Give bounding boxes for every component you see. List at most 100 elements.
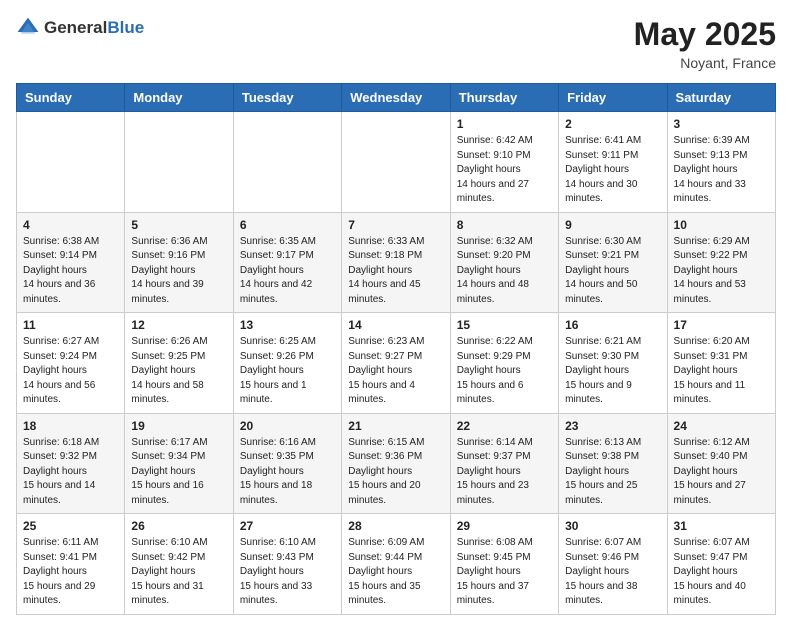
calendar-cell: 17 Sunrise: 6:20 AMSunset: 9:31 PMDayligh… [667, 313, 775, 414]
day-number: 22 [457, 419, 552, 433]
day-info: Sunrise: 6:21 AMSunset: 9:30 PMDaylight … [565, 335, 660, 408]
day-info: Sunrise: 6:07 AMSunset: 9:46 PMDaylight … [565, 536, 660, 609]
day-number: 3 [674, 117, 769, 131]
calendar-cell [17, 112, 125, 213]
calendar-cell: 13Sunrise: 6:25 AMSunset: 9:26 PMDayligh… [233, 313, 341, 414]
day-number: 1 [457, 117, 552, 131]
day-info: Sunrise: 6:16 AMSunset: 9:35 PMDaylight … [240, 436, 335, 509]
day-number: 8 [457, 218, 552, 232]
day-number: 6 [240, 218, 335, 232]
day-number: 11 [23, 318, 118, 332]
page-header: GeneralBlue May 2025 Noyant, France [16, 16, 776, 71]
calendar-cell: 3 Sunrise: 6:39 AMSunset: 9:13 PMDaylight… [667, 112, 775, 213]
calendar-cell: 18Sunrise: 6:18 AMSunset: 9:32 PMDayligh… [17, 413, 125, 514]
calendar-cell: 12Sunrise: 6:26 AMSunset: 9:25 PMDayligh… [125, 313, 233, 414]
day-number: 21 [348, 419, 443, 433]
calendar-cell: 15Sunrise: 6:22 AMSunset: 9:29 PMDayligh… [450, 313, 558, 414]
day-number: 27 [240, 519, 335, 533]
calendar-cell: 20Sunrise: 6:16 AMSunset: 9:35 PMDayligh… [233, 413, 341, 514]
calendar-week-row: 18Sunrise: 6:18 AMSunset: 9:32 PMDayligh… [17, 413, 776, 514]
day-number: 16 [565, 318, 660, 332]
weekday-header-saturday: Saturday [667, 84, 775, 112]
calendar-cell: 24 Sunrise: 6:12 AMSunset: 9:40 PMDayligh… [667, 413, 775, 514]
day-info: Sunrise: 6:25 AMSunset: 9:26 PMDaylight … [240, 335, 335, 408]
day-number: 29 [457, 519, 552, 533]
day-number: 17 [674, 318, 769, 332]
day-info: Sunrise: 6:10 AMSunset: 9:42 PMDaylight … [131, 536, 226, 609]
logo-icon [16, 16, 40, 40]
day-info: Sunrise: 6:35 AMSunset: 9:17 PMDaylight … [240, 235, 335, 308]
weekday-header-tuesday: Tuesday [233, 84, 341, 112]
calendar-cell: 10 Sunrise: 6:29 AMSunset: 9:22 PMDayligh… [667, 212, 775, 313]
day-info: Sunrise: 6:29 AMSunset: 9:22 PMDaylight … [674, 235, 769, 308]
calendar-cell: 23 Sunrise: 6:13 AMSunset: 9:38 PMDayligh… [559, 413, 667, 514]
calendar-cell: 27 Sunrise: 6:10 AMSunset: 9:43 PMDayligh… [233, 514, 341, 615]
day-info: Sunrise: 6:41 AMSunset: 9:11 PMDaylight … [565, 134, 660, 207]
calendar-cell: 2 Sunrise: 6:41 AMSunset: 9:11 PMDaylight… [559, 112, 667, 213]
day-number: 28 [348, 519, 443, 533]
day-info: Sunrise: 6:07 AMSunset: 9:47 PMDaylight … [674, 536, 769, 609]
day-info: Sunrise: 6:12 AMSunset: 9:40 PMDaylight … [674, 436, 769, 509]
calendar-cell: 5 Sunrise: 6:36 AMSunset: 9:16 PMDaylight… [125, 212, 233, 313]
day-info: Sunrise: 6:33 AMSunset: 9:18 PMDaylight … [348, 235, 443, 308]
location-title: Noyant, France [634, 55, 776, 71]
day-number: 26 [131, 519, 226, 533]
logo: GeneralBlue [16, 16, 144, 40]
title-section: May 2025 Noyant, France [634, 16, 776, 71]
day-number: 18 [23, 419, 118, 433]
day-info: Sunrise: 6:27 AMSunset: 9:24 PMDaylight … [23, 335, 118, 408]
day-info: Sunrise: 6:13 AMSunset: 9:38 PMDaylight … [565, 436, 660, 509]
calendar-cell: 21 Sunrise: 6:15 AMSunset: 9:36 PMDayligh… [342, 413, 450, 514]
calendar-cell: 7 Sunrise: 6:33 AMSunset: 9:18 PMDaylight… [342, 212, 450, 313]
calendar-cell: 22Sunrise: 6:14 AMSunset: 9:37 PMDayligh… [450, 413, 558, 514]
day-info: Sunrise: 6:17 AMSunset: 9:34 PMDaylight … [131, 436, 226, 509]
day-info: Sunrise: 6:26 AMSunset: 9:25 PMDaylight … [131, 335, 226, 408]
day-info: Sunrise: 6:20 AMSunset: 9:31 PMDaylight … [674, 335, 769, 408]
weekday-header-sunday: Sunday [17, 84, 125, 112]
day-info: Sunrise: 6:30 AMSunset: 9:21 PMDaylight … [565, 235, 660, 308]
day-number: 30 [565, 519, 660, 533]
day-info: Sunrise: 6:15 AMSunset: 9:36 PMDaylight … [348, 436, 443, 509]
calendar-cell: 1 Sunrise: 6:42 AMSunset: 9:10 PMDaylight… [450, 112, 558, 213]
day-number: 31 [674, 519, 769, 533]
day-number: 2 [565, 117, 660, 131]
calendar-cell [233, 112, 341, 213]
calendar-week-row: 25Sunrise: 6:11 AMSunset: 9:41 PMDayligh… [17, 514, 776, 615]
day-number: 23 [565, 419, 660, 433]
logo-text-general: General [44, 18, 107, 37]
day-info: Sunrise: 6:22 AMSunset: 9:29 PMDaylight … [457, 335, 552, 408]
day-info: Sunrise: 6:42 AMSunset: 9:10 PMDaylight … [457, 134, 552, 207]
weekday-header-wednesday: Wednesday [342, 84, 450, 112]
calendar-header: SundayMondayTuesdayWednesdayThursdayFrid… [17, 84, 776, 112]
weekday-header-thursday: Thursday [450, 84, 558, 112]
day-number: 5 [131, 218, 226, 232]
calendar-week-row: 1 Sunrise: 6:42 AMSunset: 9:10 PMDaylight… [17, 112, 776, 213]
day-info: Sunrise: 6:10 AMSunset: 9:43 PMDaylight … [240, 536, 335, 609]
day-number: 9 [565, 218, 660, 232]
day-number: 7 [348, 218, 443, 232]
day-number: 24 [674, 419, 769, 433]
day-number: 25 [23, 519, 118, 533]
calendar-cell [125, 112, 233, 213]
weekday-header-row: SundayMondayTuesdayWednesdayThursdayFrid… [17, 84, 776, 112]
day-info: Sunrise: 6:36 AMSunset: 9:16 PMDaylight … [131, 235, 226, 308]
calendar-cell: 25Sunrise: 6:11 AMSunset: 9:41 PMDayligh… [17, 514, 125, 615]
logo-text-blue: Blue [107, 18, 144, 37]
calendar-cell [342, 112, 450, 213]
day-info: Sunrise: 6:08 AMSunset: 9:45 PMDaylight … [457, 536, 552, 609]
day-number: 10 [674, 218, 769, 232]
calendar-cell: 6 Sunrise: 6:35 AMSunset: 9:17 PMDaylight… [233, 212, 341, 313]
calendar-cell: 19Sunrise: 6:17 AMSunset: 9:34 PMDayligh… [125, 413, 233, 514]
calendar-cell: 16 Sunrise: 6:21 AMSunset: 9:30 PMDayligh… [559, 313, 667, 414]
calendar-cell: 4Sunrise: 6:38 AMSunset: 9:14 PMDaylight… [17, 212, 125, 313]
calendar-cell: 9 Sunrise: 6:30 AMSunset: 9:21 PMDaylight… [559, 212, 667, 313]
calendar-cell: 31 Sunrise: 6:07 AMSunset: 9:47 PMDayligh… [667, 514, 775, 615]
day-number: 4 [23, 218, 118, 232]
calendar-cell: 29 Sunrise: 6:08 AMSunset: 9:45 PMDayligh… [450, 514, 558, 615]
month-year-title: May 2025 [634, 16, 776, 53]
calendar-cell: 26 Sunrise: 6:10 AMSunset: 9:42 PMDayligh… [125, 514, 233, 615]
weekday-header-friday: Friday [559, 84, 667, 112]
calendar-body: 1 Sunrise: 6:42 AMSunset: 9:10 PMDaylight… [17, 112, 776, 615]
day-info: Sunrise: 6:39 AMSunset: 9:13 PMDaylight … [674, 134, 769, 207]
day-number: 14 [348, 318, 443, 332]
